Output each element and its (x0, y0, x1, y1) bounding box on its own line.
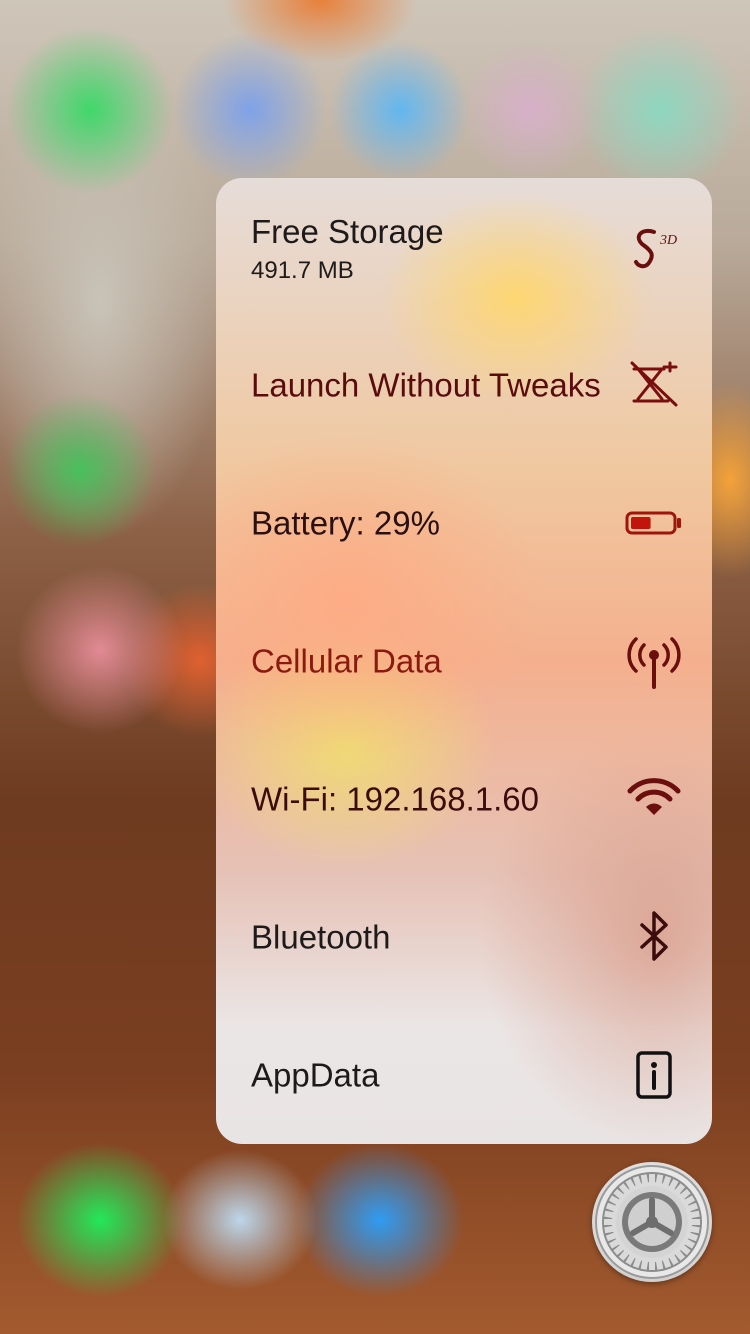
no-tweaks-icon (624, 355, 684, 415)
cellular-data-label: Cellular Data (251, 642, 442, 680)
bluetooth-icon (624, 907, 684, 967)
menu-item-text: Wi-Fi: 192.168.1.60 (251, 773, 611, 826)
menu-item-wifi[interactable]: Wi-Fi: 192.168.1.60 (216, 730, 712, 868)
menu-item-appdata[interactable]: AppData (216, 1006, 712, 1144)
info-icon (624, 1045, 684, 1105)
launch-without-tweaks-label: Launch Without Tweaks (251, 366, 601, 404)
menu-item-text: Launch Without Tweaks (251, 359, 611, 412)
menu-item-launch-without-tweaks[interactable]: Launch Without Tweaks (216, 316, 712, 454)
quick-actions-menu: Free Storage 491.7 MB 3D Launch Without … (216, 178, 712, 1144)
menu-item-text: AppData (251, 1049, 611, 1102)
wifi-label: Wi-Fi: 192.168.1.60 (251, 780, 539, 818)
menu-item-bluetooth[interactable]: Bluetooth (216, 868, 712, 1006)
s3d-logo-icon: 3D (624, 220, 684, 280)
free-storage-title: Free Storage (251, 213, 444, 250)
menu-item-battery[interactable]: Battery: 29% (216, 454, 712, 592)
battery-label: Battery: 29% (251, 504, 440, 542)
free-storage-value: 491.7 MB (251, 257, 354, 284)
menu-item-text: Cellular Data (251, 635, 611, 688)
menu-item-text: Bluetooth (251, 911, 611, 964)
appdata-label: AppData (251, 1056, 380, 1094)
menu-item-text: Free Storage 491.7 MB (251, 209, 611, 287)
menu-item-cellular-data[interactable]: Cellular Data (216, 592, 712, 730)
cellular-antenna-icon (624, 631, 684, 691)
menu-item-text: Battery: 29% (251, 497, 611, 550)
settings-gear-icon[interactable] (592, 1162, 712, 1282)
bluetooth-label: Bluetooth (251, 918, 391, 956)
wifi-icon (624, 769, 684, 829)
battery-icon (624, 493, 684, 553)
svg-text:3D: 3D (659, 233, 677, 248)
menu-item-free-storage[interactable]: Free Storage 491.7 MB 3D (216, 178, 712, 316)
home-screen: Free Storage 491.7 MB 3D Launch Without … (0, 0, 750, 1334)
